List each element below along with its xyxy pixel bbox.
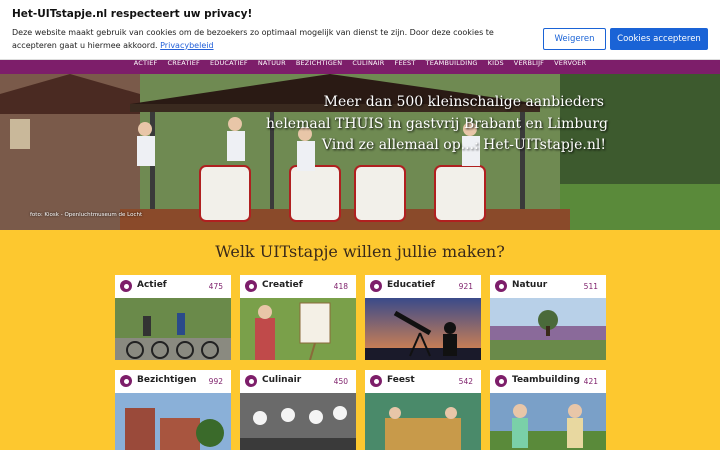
nav-item-teambuilding[interactable]: TEAMBUILDING xyxy=(426,59,478,74)
category-label: Culinair xyxy=(262,375,302,385)
category-label: Actief xyxy=(137,280,167,290)
hero-headline-2: helemaal THUIS in gastvrij Brabant en Li… xyxy=(266,116,608,132)
eye-icon xyxy=(120,375,132,387)
cookie-title: Het-UITstapje.nl respecteert uw privacy! xyxy=(12,8,253,20)
category-count: 921 xyxy=(458,282,473,291)
category-count: 475 xyxy=(208,282,223,291)
photo-caption: foto: Kiosk - Openluchtmuseum de Locht xyxy=(30,212,143,218)
category-card-bezichtigen[interactable]: Bezichtigen 992 xyxy=(115,370,231,450)
culinair-icon xyxy=(245,375,257,387)
category-count: 450 xyxy=(333,377,348,386)
category-count: 992 xyxy=(208,377,223,386)
hero-headline-3: Vind ze allemaal op...: Het-UITstapje.nl… xyxy=(321,137,606,153)
category-card-feest[interactable]: Feest 542 xyxy=(365,370,481,450)
category-label: Creatief xyxy=(262,280,303,290)
section-title: Welk UITstapje willen jullie maken? xyxy=(215,242,505,261)
category-count: 418 xyxy=(333,282,348,291)
natuur-icon xyxy=(495,280,507,292)
actief-icon xyxy=(120,280,132,292)
category-image xyxy=(115,393,231,450)
category-card-actief[interactable]: Actief 475 xyxy=(115,275,231,360)
category-image xyxy=(240,393,356,450)
category-label: Natuur xyxy=(512,280,548,290)
nav-item-educatief[interactable]: EDUCATIEF xyxy=(210,59,248,74)
privacy-link[interactable]: Privacybeleid xyxy=(160,41,213,50)
category-label: Bezichtigen xyxy=(137,375,197,385)
category-label: Educatief xyxy=(387,280,435,290)
category-count: 542 xyxy=(458,377,473,386)
category-image xyxy=(365,298,481,360)
category-count: 511 xyxy=(583,282,598,291)
decline-button[interactable]: Weigeren xyxy=(543,28,606,50)
hero-headline-1: Meer dan 500 kleinschalige aanbieders xyxy=(323,94,604,110)
cookie-message: Deze website maakt gebruik van cookies o… xyxy=(12,28,494,50)
category-image xyxy=(115,298,231,360)
cookie-text: Deze website maakt gebruik van cookies o… xyxy=(12,27,537,52)
category-image xyxy=(490,298,606,360)
category-card-educatief[interactable]: Educatief 921 xyxy=(365,275,481,360)
nav-item-vervoer[interactable]: VERVOER xyxy=(554,59,586,74)
nav-item-bezichtigen[interactable]: BEZICHTIGEN xyxy=(296,59,342,74)
category-count: 421 xyxy=(583,377,598,386)
category-card-natuur[interactable]: Natuur 511 xyxy=(490,275,606,360)
cookie-banner: Het-UITstapje.nl respecteert uw privacy!… xyxy=(0,0,720,60)
category-label: Feest xyxy=(387,375,415,385)
category-image xyxy=(490,393,606,450)
feest-icon xyxy=(370,375,382,387)
category-image xyxy=(240,298,356,360)
category-card-creatief[interactable]: Creatief 418 xyxy=(240,275,356,360)
nav-item-verblijf[interactable]: VERBLIJF xyxy=(514,59,544,74)
category-label: Teambuilding xyxy=(512,375,580,385)
category-card-culinair[interactable]: Culinair 450 xyxy=(240,370,356,450)
educatief-icon xyxy=(370,280,382,292)
nav-item-kids[interactable]: KIDS xyxy=(488,59,504,74)
creatief-icon xyxy=(245,280,257,292)
nav-item-actief[interactable]: ACTIEF xyxy=(134,59,158,74)
category-card-teambuilding[interactable]: Teambuilding 421 xyxy=(490,370,606,450)
nav-item-culinair[interactable]: CULINAIR xyxy=(352,59,384,74)
nav-item-natuur[interactable]: NATUUR xyxy=(258,59,286,74)
accept-cookies-button[interactable]: Cookies accepteren xyxy=(610,28,708,50)
hero-banner: Meer dan 500 kleinschalige aanbieders he… xyxy=(0,74,720,230)
nav-item-feest[interactable]: FEEST xyxy=(395,59,416,74)
nav-item-creatief[interactable]: CREATIEF xyxy=(168,59,200,74)
teambuilding-icon xyxy=(495,375,507,387)
category-image xyxy=(365,393,481,450)
